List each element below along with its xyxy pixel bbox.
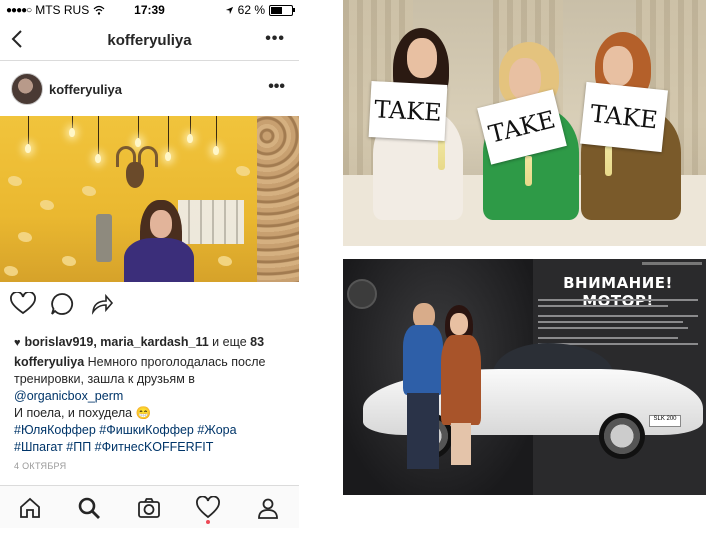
notification-dot — [206, 520, 210, 524]
light-bulb — [69, 128, 75, 137]
small-heart-icon: ♥ — [14, 337, 21, 349]
battery-fill — [271, 6, 283, 14]
comment-icon[interactable] — [50, 292, 74, 316]
profile-nav-bar: kofferyuliya ••• — [0, 22, 299, 61]
wall-leaf — [236, 166, 250, 176]
wall-leaf — [82, 186, 96, 196]
heart-icon[interactable] — [196, 496, 220, 520]
location-arrow-icon — [225, 6, 233, 14]
caption-username[interactable]: kofferyuliya — [14, 355, 84, 369]
tab-bar — [0, 485, 299, 528]
battery-icon — [269, 4, 295, 16]
take-sign: TAKE — [579, 81, 669, 153]
wall-leaf — [8, 176, 22, 186]
likes-count[interactable]: 83 — [250, 335, 264, 349]
home-icon[interactable] — [18, 496, 42, 520]
champagne-glass — [605, 146, 612, 176]
status-bar: ●●●●○ MTS RUS 17:39 62 % — [0, 0, 299, 20]
champagne-glass — [438, 140, 445, 170]
magazine-spread: ВНИМАНИЕ! МОТОР! SLK 200 — [343, 259, 706, 495]
caption-text-2: И поела, и похудела 😁 — [14, 406, 152, 420]
wall-leaf — [218, 256, 232, 266]
light-bulb — [25, 144, 31, 153]
magazine-text-line — [538, 321, 683, 323]
take-signs-photo: TAKE TAKE TAKE — [343, 0, 706, 246]
post-actions — [0, 290, 299, 320]
avatar[interactable] — [11, 73, 43, 105]
post-date: 4 ОКТЯБРЯ — [14, 461, 67, 471]
search-icon[interactable] — [77, 496, 101, 520]
photo-wall — [178, 200, 244, 244]
post-options-icon[interactable]: ••• — [268, 78, 285, 96]
battery-percent: 62 % — [237, 3, 265, 17]
share-arrow-icon[interactable] — [90, 292, 114, 316]
magazine-text-line — [538, 327, 688, 329]
liker-names[interactable]: borislav919, maria_kardash_11 — [25, 335, 209, 349]
post-username[interactable]: kofferyuliya — [49, 82, 122, 97]
wood-wall — [257, 116, 299, 282]
film-camera — [347, 279, 377, 309]
profile-icon[interactable] — [256, 496, 280, 520]
wall-leaf — [40, 200, 54, 210]
magazine-text-line — [538, 305, 668, 307]
wall-leaf — [4, 266, 18, 276]
hashtags[interactable]: #Шпагат #ПП #ФитнесKOFFERFIT — [14, 440, 213, 454]
deer-head-decor — [116, 146, 158, 192]
likes-line[interactable]: ♥ borislav919, maria_kardash_11 и еще 83 — [14, 335, 264, 349]
wall-leaf — [62, 256, 76, 266]
take-sign: TAKE — [368, 81, 448, 141]
instagram-screenshot: ●●●●○ MTS RUS 17:39 62 % kofferyuliya ••… — [0, 0, 299, 528]
hashtags[interactable]: #ЮляКоффер #ФишкиКоффер #Жора — [14, 423, 237, 437]
like-heart-icon[interactable] — [10, 292, 36, 316]
light-bulb — [95, 154, 101, 163]
likes-connector: и еще — [208, 335, 251, 349]
wall-leaf — [18, 232, 32, 242]
more-horizontal-icon[interactable]: ••• — [265, 30, 285, 48]
light-bulb — [187, 134, 193, 143]
magazine-text-line — [538, 299, 698, 301]
post-photo[interactable] — [0, 116, 299, 282]
magazine-header-rule — [642, 262, 702, 265]
post-header: kofferyuliya ••• — [0, 70, 299, 110]
page-title: kofferyuliya — [107, 32, 192, 49]
drink-cup — [96, 214, 112, 262]
magazine-text-line — [538, 315, 698, 317]
mention-link[interactable]: @organicbox_perm — [14, 389, 123, 403]
person — [441, 305, 481, 465]
light-bulb — [213, 146, 219, 155]
light-bulb — [165, 152, 171, 161]
person — [403, 299, 443, 469]
champagne-glass — [525, 156, 532, 186]
camera-icon[interactable] — [137, 496, 161, 520]
license-plate: SLK 200 — [649, 415, 681, 427]
wheel — [599, 413, 645, 459]
post-caption: kofferyuliya Немного проголодалась после… — [14, 354, 289, 456]
